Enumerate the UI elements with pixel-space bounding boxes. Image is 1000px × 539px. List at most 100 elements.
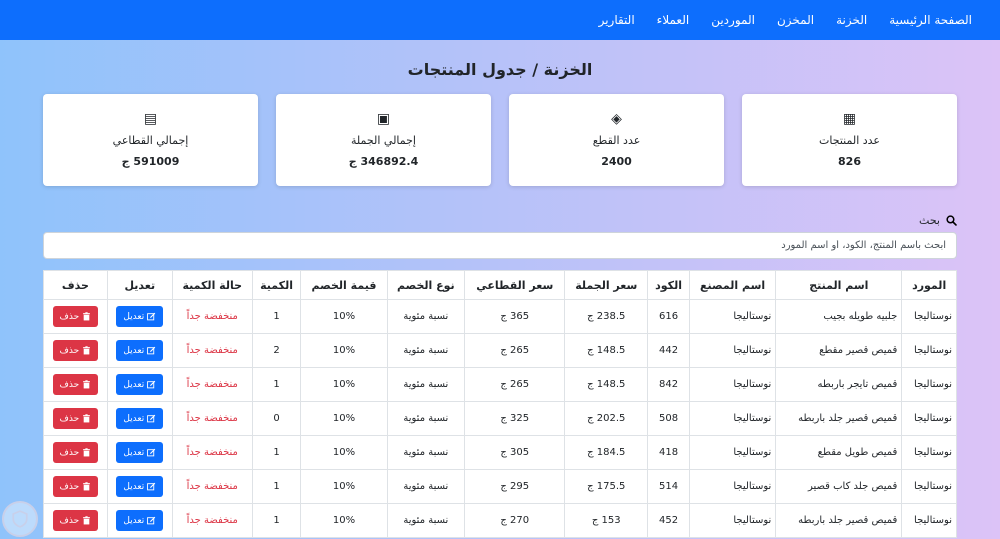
col-quantity: الكمية xyxy=(251,270,302,300)
cell-delete: حذف xyxy=(43,401,108,436)
edit-button[interactable]: تعديل xyxy=(116,476,164,497)
col-wholesale-price: سعر الجملة xyxy=(564,270,649,300)
card-label: عدد القطع xyxy=(592,134,641,147)
cash-register-icon: ▤ xyxy=(143,111,158,127)
cell-factory-name: نوستاليجا xyxy=(688,503,777,538)
layers-icon: ◈ xyxy=(611,111,622,127)
search-input[interactable] xyxy=(43,232,957,259)
cell-product-name: قميص جلد كاب قصير xyxy=(775,469,903,504)
delete-label: حذف xyxy=(59,345,80,356)
table-row: نوستاليجا قميص جلد كاب قصير نوستاليجا 514 17… xyxy=(43,469,957,504)
money-icon: ▣ xyxy=(376,111,391,127)
cell-supplier: نوستاليجا xyxy=(901,469,957,504)
edit-button[interactable]: تعديل xyxy=(116,340,164,361)
delete-button[interactable]: حذف xyxy=(52,476,99,497)
cell-quantity-status: منخفضة جداً xyxy=(171,503,253,538)
nav-customers[interactable]: العملاء xyxy=(657,13,690,27)
col-code: الكود xyxy=(647,270,690,300)
search-label-text: بحث xyxy=(919,213,940,227)
search-section: بحث xyxy=(0,212,1000,259)
cell-factory-name: نوستاليجا xyxy=(688,333,777,368)
cell-wholesale-price: 175.5 ج xyxy=(564,469,649,504)
nav-warehouse[interactable]: المخزن xyxy=(777,13,814,27)
cell-quantity-status: منخفضة جداً xyxy=(171,367,253,402)
cell-edit: تعديل xyxy=(106,503,173,538)
cell-supplier: نوستاليجا xyxy=(901,503,957,538)
table-row: نوستاليجا قميص قصير جلد باربطه نوستاليجا 45… xyxy=(43,503,957,538)
cell-supplier: نوستاليجا xyxy=(901,401,957,436)
cell-product-name: جلبيه طويله بجيب xyxy=(775,299,903,334)
delete-label: حذف xyxy=(59,447,80,458)
edit-button[interactable]: تعديل xyxy=(116,306,164,327)
cell-discount-value: 10% xyxy=(300,299,388,334)
card-value: 826 xyxy=(838,155,861,168)
edit-icon xyxy=(147,346,156,355)
delete-button[interactable]: حذف xyxy=(52,340,99,361)
cell-supplier: نوستاليجا xyxy=(901,333,957,368)
cell-code: 514 xyxy=(647,469,690,504)
cell-code: 842 xyxy=(647,367,690,402)
cell-edit: تعديل xyxy=(106,367,173,402)
trash-icon xyxy=(83,380,91,389)
cell-quantity: 2 xyxy=(251,333,302,368)
delete-button[interactable]: حذف xyxy=(52,374,99,395)
delete-button[interactable]: حذف xyxy=(52,510,99,531)
card-label: عدد المنتجات xyxy=(819,134,880,147)
cell-product-name: قميص قصير جلد باربطه xyxy=(775,503,903,538)
page-title: الخزنة / جدول المنتجات xyxy=(407,60,593,79)
cell-quantity: 1 xyxy=(251,299,302,334)
card-label: إجمالي القطاعي xyxy=(112,134,189,147)
cell-quantity: 1 xyxy=(251,367,302,402)
nav-reports[interactable]: التقارير xyxy=(599,13,635,27)
edit-label: تعديل xyxy=(123,481,145,492)
edit-icon xyxy=(147,414,156,423)
cell-edit: تعديل xyxy=(106,401,173,436)
edit-label: تعديل xyxy=(123,447,145,458)
cell-delete: حذف xyxy=(43,299,108,334)
delete-button[interactable]: حذف xyxy=(52,442,99,463)
nav-treasury[interactable]: الخزنة xyxy=(836,13,867,27)
cell-quantity: 1 xyxy=(251,503,302,538)
cell-delete: حذف xyxy=(43,367,108,402)
edit-label: تعديل xyxy=(123,379,145,390)
trash-icon xyxy=(83,312,91,321)
cell-quantity: 1 xyxy=(251,435,302,470)
cell-discount-type: نسبة مئوية xyxy=(386,367,466,402)
cell-supplier: نوستاليجا xyxy=(901,435,957,470)
table-body: نوستاليجا جلبيه طويله بجيب نوستاليجا 616 238… xyxy=(43,299,957,538)
cell-discount-type: نسبة مئوية xyxy=(386,299,466,334)
card-pieces-count: ◈ عدد القطع 2400 xyxy=(509,94,724,186)
cell-discount-value: 10% xyxy=(300,503,388,538)
cell-discount-type: نسبة مئوية xyxy=(386,469,466,504)
edit-button[interactable]: تعديل xyxy=(116,442,164,463)
trash-icon xyxy=(83,516,91,525)
table-row: نوستاليجا قميص قصير مقطع نوستاليجا 442 148.5… xyxy=(43,333,957,368)
nav-home[interactable]: الصفحة الرئيسية xyxy=(889,13,972,27)
trash-icon xyxy=(83,448,91,457)
cell-product-name: قميص طويل مقطع xyxy=(775,435,903,470)
edit-button[interactable]: تعديل xyxy=(116,408,164,429)
cell-factory-name: نوستاليجا xyxy=(688,401,777,436)
delete-label: حذف xyxy=(59,515,80,526)
cell-code: 508 xyxy=(647,401,690,436)
products-table-wrap: المورد اسم المنتج اسم المصنع الكود سعر ا… xyxy=(43,270,957,538)
nav-suppliers[interactable]: الموردين xyxy=(711,13,755,27)
cell-quantity-status: منخفضة جداً xyxy=(171,299,253,334)
cell-code: 616 xyxy=(647,299,690,334)
cell-discount-value: 10% xyxy=(300,469,388,504)
col-discount-type: نوع الخصم xyxy=(386,270,466,300)
delete-button[interactable]: حذف xyxy=(52,306,99,327)
delete-button[interactable]: حذف xyxy=(52,408,99,429)
trash-icon xyxy=(83,482,91,491)
cell-quantity: 0 xyxy=(251,401,302,436)
cell-delete: حذف xyxy=(43,503,108,538)
edit-button[interactable]: تعديل xyxy=(116,374,164,395)
cell-discount-value: 10% xyxy=(300,367,388,402)
cell-supplier: نوستاليجا xyxy=(901,299,957,334)
cell-wholesale-price: 153 ج xyxy=(564,503,649,538)
card-value: 346892.4 ج xyxy=(348,155,419,168)
trash-icon xyxy=(83,414,91,423)
card-label: إجمالي الجملة xyxy=(351,134,416,147)
cell-edit: تعديل xyxy=(106,299,173,334)
edit-button[interactable]: تعديل xyxy=(116,510,164,531)
